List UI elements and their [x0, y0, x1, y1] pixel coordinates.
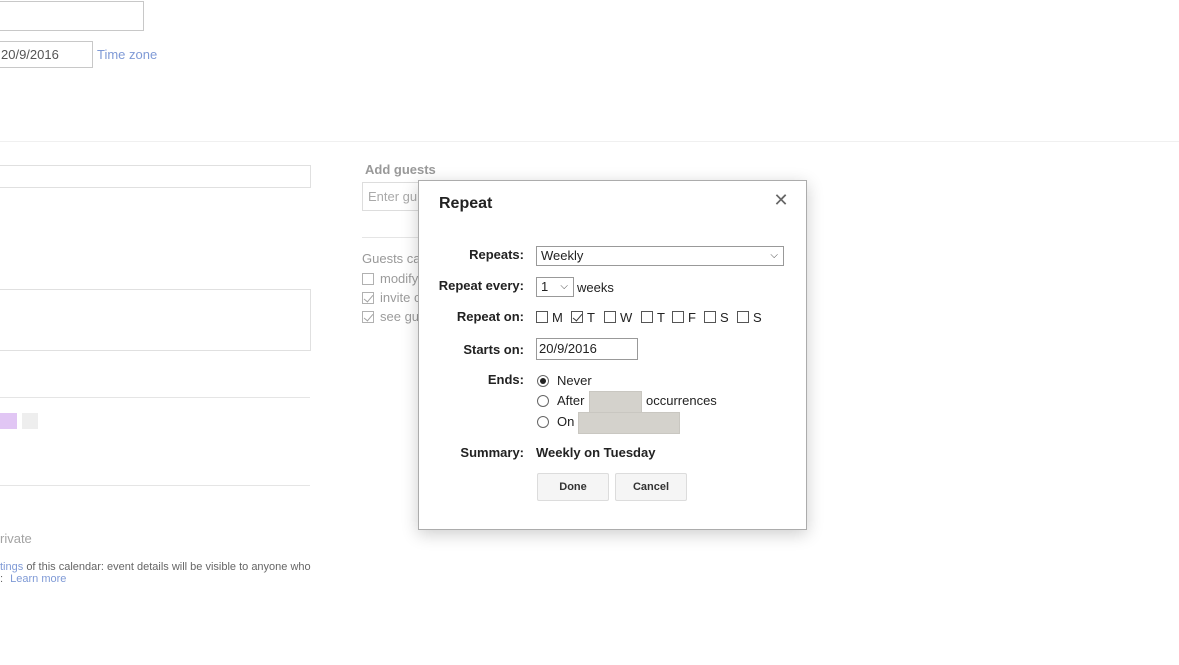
- occurrences-input[interactable]: [589, 391, 642, 413]
- guest-option-checkbox[interactable]: [362, 311, 374, 323]
- ends-after-radio[interactable]: [537, 395, 549, 407]
- close-icon[interactable]: ✕: [772, 191, 790, 209]
- divider-bottom: [0, 485, 310, 486]
- repeat-every-label: Repeat every:: [438, 278, 524, 293]
- calendar-note-text: of this calendar: event details will be …: [26, 561, 311, 573]
- day-label: S: [753, 310, 762, 325]
- guests-can-label: Guests ca: [362, 251, 421, 266]
- day-checkbox[interactable]: [604, 311, 616, 323]
- day-label: W: [620, 310, 633, 325]
- dialog-title: Repeat: [439, 195, 493, 212]
- day-label: F: [688, 310, 696, 325]
- add-guests-label: Add guests: [365, 162, 436, 177]
- summary-value: Weekly on Tuesday: [536, 445, 656, 460]
- color-swatch[interactable]: [22, 413, 38, 429]
- done-button[interactable]: Done: [537, 473, 609, 501]
- calendar-settings-link[interactable]: tings: [0, 561, 23, 573]
- divider-mid: [0, 397, 310, 398]
- day-checkbox[interactable]: [737, 311, 749, 323]
- day-checkbox[interactable]: [571, 311, 583, 323]
- repeats-value: Weekly: [541, 248, 584, 263]
- divider-top: [0, 141, 1179, 142]
- repeat-every-select[interactable]: 1 ⌵: [536, 277, 574, 297]
- guest-option-checkbox[interactable]: [362, 273, 374, 285]
- start-date-value: 20/9/2016: [1, 47, 59, 62]
- repeats-select[interactable]: Weekly ⌵: [536, 246, 784, 266]
- repeat-every-value: 1: [541, 279, 549, 294]
- day-label: M: [552, 310, 563, 325]
- color-swatch[interactable]: [0, 413, 17, 429]
- calendar-note-line2: : Learn more: [0, 573, 66, 585]
- ends-on-date-input[interactable]: [578, 412, 680, 434]
- starts-on-value: 20/9/2016: [539, 341, 597, 356]
- location-input[interactable]: [0, 165, 311, 188]
- guest-option-label: see gu: [380, 309, 420, 324]
- ends-label: Ends:: [487, 372, 524, 387]
- day-label: S: [720, 310, 729, 325]
- cancel-button[interactable]: Cancel: [615, 473, 687, 501]
- day-checkbox[interactable]: [704, 311, 716, 323]
- starts-on-label: Starts on:: [463, 342, 524, 357]
- ends-after-label: After: [557, 393, 585, 408]
- guest-option-checkbox[interactable]: [362, 292, 374, 304]
- add-guests-placeholder: Enter gu: [368, 189, 418, 204]
- private-option-label: rivate: [0, 531, 32, 546]
- day-checkbox[interactable]: [641, 311, 653, 323]
- ends-on-label: On: [557, 414, 575, 429]
- chevron-down-icon: ⌵: [560, 281, 568, 292]
- occurrences-label: occurrences: [646, 393, 717, 408]
- day-checkbox[interactable]: [672, 311, 684, 323]
- starts-on-input[interactable]: 20/9/2016: [536, 338, 638, 360]
- repeats-label: Repeats:: [469, 247, 524, 262]
- description-textarea[interactable]: [0, 289, 311, 351]
- timezone-link[interactable]: Time zone: [97, 47, 157, 62]
- learn-more-link[interactable]: Learn more: [10, 573, 66, 585]
- ends-never-radio[interactable]: [537, 375, 549, 387]
- divider-guests: [362, 237, 422, 238]
- event-title-input[interactable]: [0, 1, 144, 31]
- day-label: T: [587, 310, 595, 325]
- repeat-every-unit: weeks: [577, 280, 614, 295]
- ends-never-label: Never: [557, 373, 592, 388]
- day-label: T: [657, 310, 665, 325]
- chevron-down-icon: ⌵: [770, 250, 778, 261]
- repeat-dialog: Repeat ✕ Repeats: Weekly ⌵ Repeat every:…: [418, 180, 807, 530]
- start-date-input[interactable]: 20/9/2016: [0, 41, 93, 68]
- guest-option-label: invite c: [380, 290, 421, 305]
- calendar-visibility-note: tings of this calendar: event details wi…: [0, 561, 311, 573]
- summary-label: Summary:: [460, 445, 524, 460]
- guest-option-label: modify: [380, 271, 419, 286]
- calendar-note-colon: :: [0, 573, 4, 585]
- day-checkbox[interactable]: [536, 311, 548, 323]
- repeat-on-label: Repeat on:: [456, 309, 524, 324]
- ends-on-radio[interactable]: [537, 416, 549, 428]
